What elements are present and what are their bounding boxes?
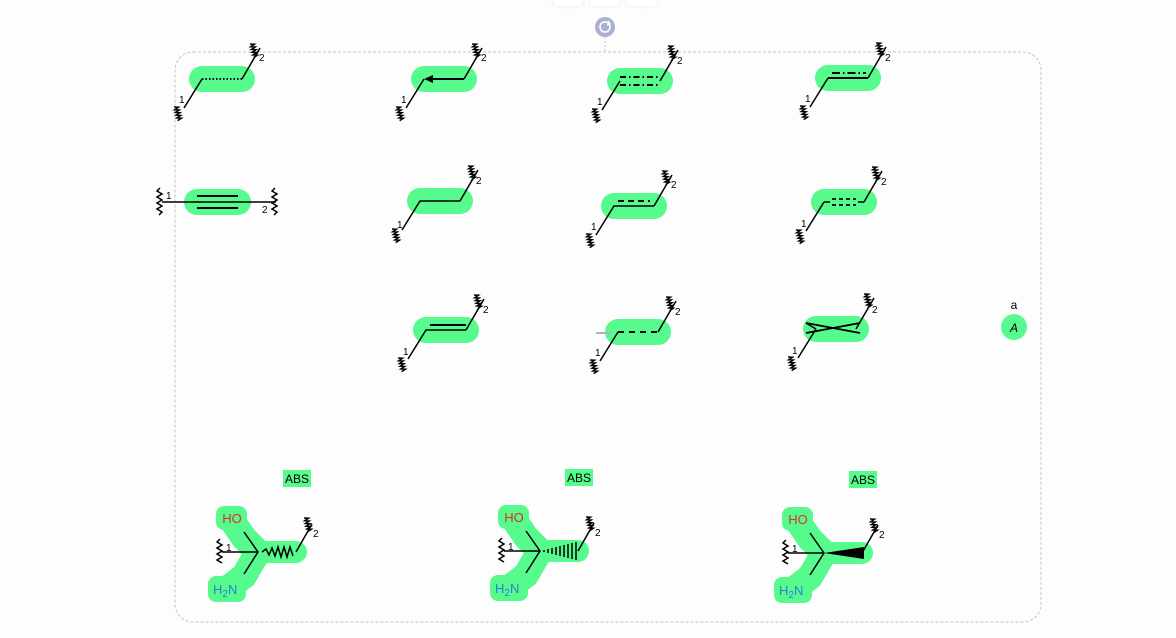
attach-label: 2 — [481, 53, 487, 64]
attach-label: 2 — [483, 305, 489, 316]
fragment-single-dashdot-bond[interactable] — [794, 40, 889, 122]
attach-label: 1 — [401, 95, 407, 106]
attach-label: 1 — [403, 347, 409, 358]
fragment-arrow-bond[interactable] — [390, 41, 485, 123]
attach-label: 1 — [397, 220, 403, 231]
fragment-aromatic-bond[interactable] — [580, 168, 675, 250]
rgroup-fragment[interactable]: a A — [1001, 298, 1027, 340]
attach-label: 1 — [792, 544, 798, 555]
attach-label: 2 — [872, 305, 878, 316]
attach-label: 2 — [677, 56, 683, 67]
rgroup-atom: A — [1009, 321, 1018, 335]
attach-label: 1 — [801, 219, 807, 230]
fragment-any-bond[interactable] — [790, 164, 885, 246]
rgroup-label: a — [1011, 298, 1018, 312]
fragment-stereo-hash[interactable] — [490, 469, 599, 601]
attachment-labels: 2 1 2 1 2 1 2 1 1 2 2 1 2 1 2 1 2 1 2 1 … — [166, 53, 891, 555]
stereo-flag: ABS — [285, 472, 309, 486]
attach-label: 1 — [591, 222, 597, 233]
fragment-dashed-bond[interactable] — [584, 294, 679, 376]
fragment-crossed-double-bond[interactable] — [782, 291, 877, 373]
attach-label: 2 — [885, 53, 891, 64]
atom-hydroxyl: HO — [504, 510, 524, 525]
atom-hydroxyl: HO — [788, 512, 808, 527]
attach-label: 2 — [675, 307, 681, 318]
attach-label: 1 — [179, 95, 185, 106]
attach-label: 2 — [595, 528, 601, 539]
attach-label: 2 — [881, 177, 887, 188]
attach-label: 1 — [226, 543, 232, 554]
fragment-dotted-bond[interactable] — [168, 41, 263, 123]
fragment-stereo-wedge[interactable] — [774, 471, 883, 603]
chemistry-canvas[interactable]: a A 2 1 2 1 2 1 2 1 1 2 2 1 2 1 2 1 2 1 … — [0, 0, 1176, 638]
attach-label: 2 — [259, 53, 265, 64]
rotate-icon[interactable] — [595, 17, 615, 37]
attach-label: 1 — [166, 191, 172, 202]
attach-label: 1 — [805, 94, 811, 105]
attach-label: 1 — [792, 346, 798, 357]
fragment-stereo-either[interactable] — [208, 470, 317, 602]
attach-label: 2 — [879, 530, 885, 541]
stereo-flag: ABS — [567, 471, 591, 485]
fragment-single-bond[interactable] — [386, 163, 481, 245]
attach-label: 2 — [262, 205, 268, 216]
attach-label: 1 — [508, 542, 514, 553]
attach-label: 2 — [313, 529, 319, 540]
attach-label: 2 — [476, 176, 482, 187]
atom-hydroxyl: HO — [222, 511, 242, 526]
fragment-double-bond[interactable] — [392, 292, 487, 374]
attach-label: 1 — [597, 97, 603, 108]
attach-label: 2 — [671, 180, 677, 191]
attach-label: 1 — [595, 348, 601, 359]
fragment-dashdot-double-bond[interactable] — [586, 43, 681, 125]
stereo-flag: ABS — [851, 473, 875, 487]
